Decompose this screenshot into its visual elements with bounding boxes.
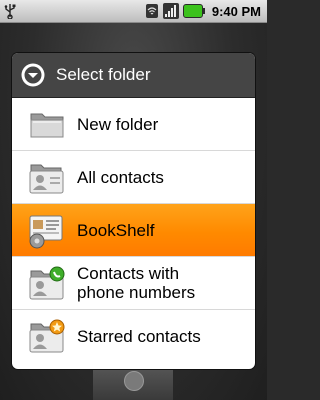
bookshelf-card-icon <box>29 215 63 249</box>
item-label: BookShelf <box>77 220 155 240</box>
battery-icon <box>182 4 205 18</box>
list-item-bookshelf[interactable]: BookShelf <box>12 204 255 257</box>
dialog-header: Select folder <box>12 53 255 98</box>
usb-icon <box>4 4 16 19</box>
item-label: All contacts <box>77 167 164 187</box>
item-label: Starred contacts <box>77 326 201 346</box>
wifi-icon <box>145 4 158 18</box>
dialog-title: Select folder <box>56 65 151 84</box>
folder-list: New folder All contacts BookShelf Contac… <box>12 98 255 362</box>
folder-icon <box>30 113 64 138</box>
list-item-new-folder[interactable]: New folder <box>12 98 255 151</box>
list-item-all-contacts[interactable]: All contacts <box>12 151 255 204</box>
item-label: New folder <box>77 114 159 134</box>
contact-card-icon <box>29 164 64 194</box>
select-folder-dialog: Select folder New folder All contacts Bo… <box>12 53 255 369</box>
status-bar: 9:40 PM <box>0 0 267 23</box>
chevron-down-circle-icon <box>21 63 45 87</box>
signal-icon <box>162 3 179 19</box>
contact-star-icon <box>29 319 65 353</box>
item-label: Contacts with phone numbers <box>77 264 196 302</box>
contact-phone-icon <box>29 266 65 300</box>
drawer-handle-icon <box>124 371 144 391</box>
list-item-starred-contacts[interactable]: Starred contacts <box>12 310 255 362</box>
list-item-contacts-with-phone[interactable]: Contacts with phone numbers <box>12 257 255 310</box>
status-time: 9:40 PM <box>211 3 261 19</box>
